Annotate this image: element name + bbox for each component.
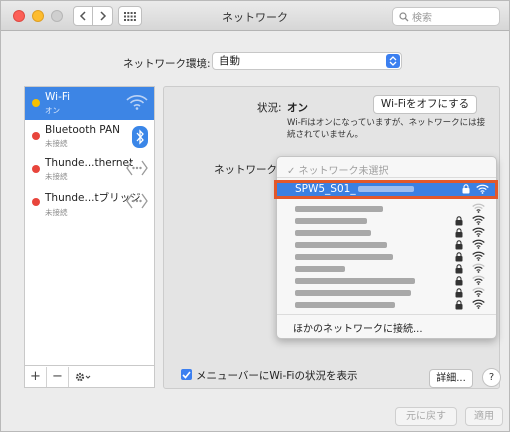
wifi-signal-icon [472, 275, 485, 285]
redacted-text [357, 186, 414, 192]
service-list: Wi-Fi オン Bluetooth PAN 未接続 Thunde...ther… [24, 86, 155, 366]
show-in-menubar-label: メニューバーにWi-Fiの状況を表示 [196, 370, 358, 382]
redacted-network-name [295, 218, 367, 224]
lock-icon [462, 184, 470, 194]
redacted-network-name [295, 266, 345, 272]
wifi-signal-icon [472, 287, 485, 297]
network-name: SPW5_S01_ [295, 183, 356, 195]
menu-separator [277, 177, 496, 178]
redacted-network-name [295, 230, 371, 236]
gear-icon [75, 372, 91, 381]
bluetooth-icon [132, 126, 148, 151]
status-dot [32, 198, 40, 206]
lock-icon [455, 252, 463, 262]
advanced-button[interactable]: 詳細... [429, 369, 473, 388]
lock-icon [455, 240, 463, 250]
redacted-network-name [295, 278, 415, 284]
wifi-signal-icon [472, 215, 485, 225]
help-button[interactable]: ? [482, 368, 501, 387]
menu-item-network[interactable] [277, 263, 496, 275]
search-icon [399, 11, 409, 21]
join-other-network-item[interactable]: ほかのネットワークに接続... [293, 320, 423, 335]
bridge-icon [126, 192, 148, 213]
network-name-menu: ✓ ネットワーク未選択 SPW5_S01_ ほかのネットワークに接続... [274, 156, 498, 339]
redacted-network-name [295, 302, 395, 308]
location-value: 自動 [219, 55, 240, 67]
turn-wifi-off-button[interactable]: Wi-Fiをオフにする [373, 95, 477, 114]
redacted-network-name [295, 254, 393, 260]
remove-service-button[interactable]: − [47, 366, 69, 387]
wifi-signal-icon [472, 239, 485, 249]
wifi-signal-icon [472, 203, 485, 213]
no-network-selected-item[interactable]: ✓ ネットワーク未選択 [287, 162, 389, 177]
network-preferences-window: ネットワーク 検索 ネットワーク環境: 自動 Wi-Fi オン Bluetoot… [0, 0, 510, 432]
lock-icon [455, 276, 463, 286]
wifi-signal-icon [472, 227, 485, 237]
status-label: 状況: [257, 102, 282, 114]
menu-item-network[interactable] [277, 251, 496, 263]
search-field[interactable]: 検索 [392, 7, 500, 26]
sidebar-item-wifi[interactable]: Wi-Fi オン [25, 87, 154, 120]
menu-item-selected-network[interactable]: SPW5_S01_ [274, 180, 498, 199]
menu-item-network[interactable] [277, 239, 496, 251]
redacted-network-name [295, 290, 411, 296]
status-dot [32, 165, 40, 173]
status-dot [32, 132, 40, 140]
menu-item-network[interactable] [277, 275, 496, 287]
ethernet-icon [126, 159, 148, 180]
lock-icon [455, 288, 463, 298]
menu-item-network[interactable] [277, 215, 496, 227]
menu-item-network[interactable] [277, 299, 496, 311]
menu-item-network[interactable] [277, 203, 496, 215]
lock-icon [455, 300, 463, 310]
wifi-signal-icon [472, 299, 485, 309]
service-actions-button[interactable] [69, 367, 97, 387]
location-select[interactable]: 自動 [212, 52, 402, 70]
service-list-toolbar: + − [24, 366, 155, 388]
redacted-network-name [295, 206, 383, 212]
redacted-network-name [295, 242, 387, 248]
wifi-signal-icon [476, 184, 489, 194]
sidebar-item-thunderbolt-ethernet[interactable]: Thunde...thernet 未接続 [25, 153, 154, 186]
apply-button[interactable]: 適用 [465, 407, 503, 426]
menu-separator [277, 314, 496, 315]
wifi-signal-icon [472, 263, 485, 273]
status-description: Wi-Fiはオンになっていますが、ネットワークには接続されていません。 [287, 118, 486, 140]
network-icons [462, 184, 489, 194]
lock-icon [455, 216, 463, 226]
lock-icon [455, 228, 463, 238]
status-dot [32, 99, 40, 107]
revert-button[interactable]: 元に戻す [395, 407, 457, 426]
menu-item-network[interactable] [277, 287, 496, 299]
sidebar-item-bluetooth-pan[interactable]: Bluetooth PAN 未接続 [25, 120, 154, 153]
wifi-icon [126, 93, 148, 114]
lock-icon [455, 264, 463, 274]
show-in-menubar-checkbox[interactable] [181, 369, 192, 380]
title-bar: ネットワーク 検索 [1, 1, 509, 31]
add-service-button[interactable]: + [25, 366, 47, 387]
menu-item-network[interactable] [277, 227, 496, 239]
search-placeholder: 検索 [412, 13, 432, 24]
updown-arrows-icon [386, 54, 400, 68]
checkmark-icon [182, 370, 191, 379]
location-label: ネットワーク環境: [123, 58, 211, 70]
wifi-signal-icon [472, 251, 485, 261]
status-value: オン [287, 102, 308, 114]
sidebar-item-thunderbolt-bridge[interactable]: Thunde...tブリッジ 未接続 [25, 186, 154, 219]
